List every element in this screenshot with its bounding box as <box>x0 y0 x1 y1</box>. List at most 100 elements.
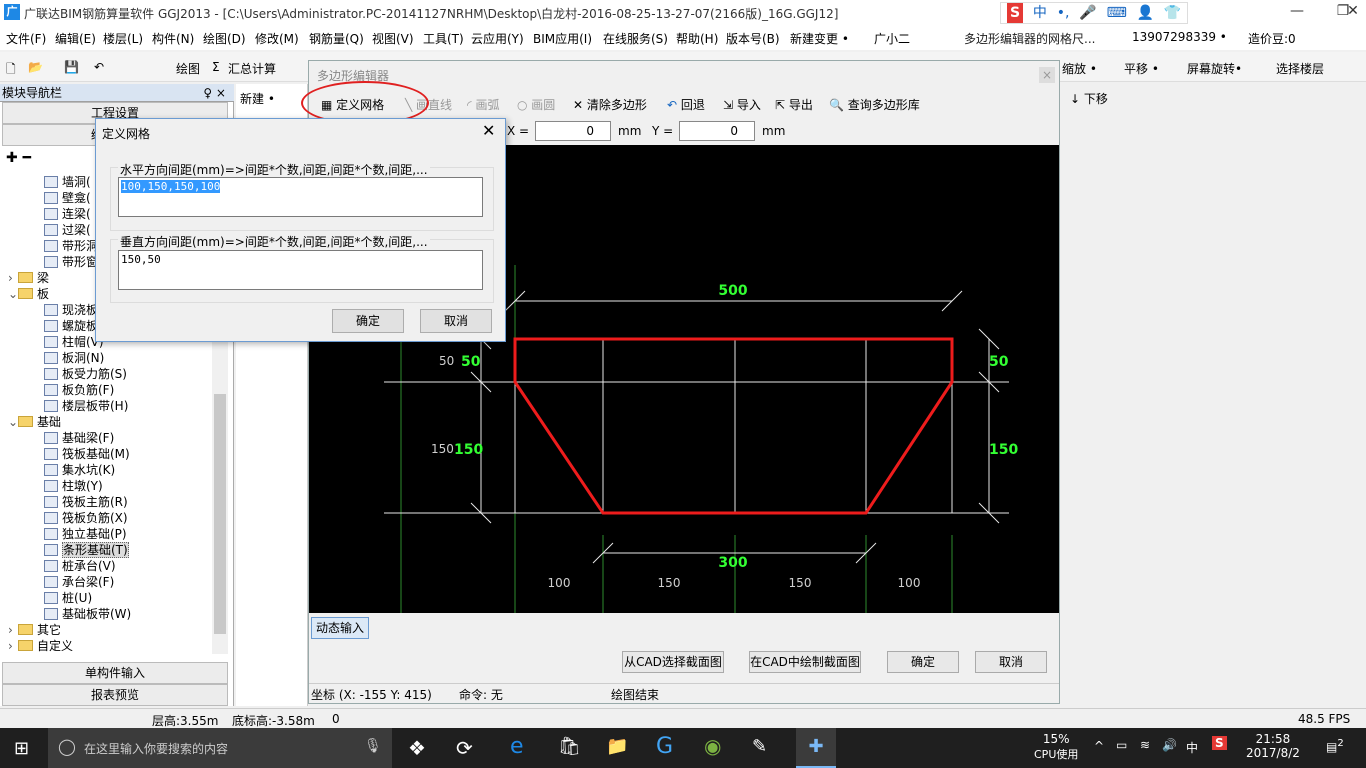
tree-item[interactable]: 集水坑(K) <box>44 462 115 478</box>
open-folder-icon[interactable]: 📂 <box>28 60 43 74</box>
guanglianda-icon[interactable]: G <box>656 734 673 759</box>
pin-close-icon[interactable]: ♀ × <box>203 84 226 102</box>
select-from-cad-button[interactable]: 从CAD选择截面图 <box>622 651 724 673</box>
tree-item[interactable]: 墙洞( <box>44 174 91 190</box>
tree-item[interactable]: 板负筋(F) <box>44 382 114 398</box>
expand-all-icon[interactable]: ✚ ━ <box>6 150 31 166</box>
tree-item[interactable]: 螺旋板 <box>44 318 98 334</box>
keyboard-icon[interactable]: ⌨ <box>1107 3 1127 23</box>
tree-item[interactable]: 楼层板带(H) <box>44 398 128 414</box>
tray-up-icon[interactable]: ^ <box>1094 739 1104 753</box>
y-input[interactable]: 0 <box>679 121 755 141</box>
tree-item[interactable]: 板受力筋(S) <box>44 366 127 382</box>
tree-item[interactable]: 柱墩(Y) <box>44 478 103 494</box>
close-button[interactable]: ✕ <box>1340 0 1366 24</box>
tree-item[interactable]: 过梁( <box>44 222 91 238</box>
taskbar-search[interactable]: ◯ 在这里输入你要搜索的内容 🎙 <box>48 728 392 768</box>
menu-tools[interactable]: 工具(T) <box>423 30 464 47</box>
minimize-button[interactable]: — <box>1274 0 1320 24</box>
dialog-cancel-button[interactable]: 取消 <box>420 309 492 333</box>
menu-rebar[interactable]: 钢筋量(Q) <box>309 30 364 47</box>
chevron-down-icon[interactable]: ⌄ <box>8 286 18 302</box>
menu-cloud[interactable]: 云应用(Y) <box>471 30 524 47</box>
tray-lang[interactable]: 中 <box>1186 739 1198 756</box>
toolbar-draw[interactable]: 绘图 <box>176 60 200 77</box>
ime-punct[interactable]: •, <box>1057 3 1070 23</box>
close-icon[interactable]: ✕ <box>482 121 495 140</box>
vertical-input[interactable]: 150,50 <box>118 250 483 290</box>
browser-icon[interactable]: ◉ <box>704 734 721 758</box>
tree-item[interactable]: 带形洞 <box>44 238 98 254</box>
query-library-button[interactable]: 🔍 查询多边形库 <box>829 96 920 113</box>
tree-item[interactable]: 现浇板 <box>44 302 98 318</box>
menu-edit[interactable]: 编辑(E) <box>55 30 96 47</box>
tree-item[interactable]: 连梁( <box>44 206 91 222</box>
export-button[interactable]: ⇱ 导出 <box>775 96 813 113</box>
tree-item[interactable]: › 其它 <box>8 622 61 638</box>
menu-account[interactable]: 13907298339 • <box>1132 30 1227 44</box>
menu-draw[interactable]: 绘图(D) <box>203 30 246 47</box>
close-icon[interactable]: × <box>1039 67 1055 83</box>
tree-item[interactable]: 桩(U) <box>44 590 92 606</box>
chevron-right-icon[interactable]: › <box>8 270 18 286</box>
tree-item[interactable]: › 自定义 <box>8 638 73 654</box>
chevron-right-icon[interactable]: › <box>8 622 18 638</box>
move-down-button[interactable]: ↓ 下移 <box>1070 90 1108 107</box>
x-input[interactable]: 0 <box>535 121 611 141</box>
shirt-icon[interactable]: 👕 <box>1164 3 1181 23</box>
menu-file[interactable]: 文件(F) <box>6 30 46 47</box>
toolbar-zoom[interactable]: 缩放 • <box>1062 60 1097 77</box>
nav-report-preview[interactable]: 报表预览 <box>2 684 228 706</box>
draw-arc-button[interactable]: ◜ 画弧 <box>467 96 499 113</box>
tree-item[interactable]: 承台梁(F) <box>44 574 114 590</box>
menu-modify[interactable]: 修改(M) <box>255 30 299 47</box>
sogou-tray-icon[interactable]: S <box>1212 736 1227 750</box>
toolbar-rotate[interactable]: 屏幕旋转• <box>1187 60 1242 77</box>
tree-item[interactable]: 板洞(N) <box>44 350 104 366</box>
undo-button[interactable]: ↶ 回退 <box>667 96 705 113</box>
menu-hint[interactable]: 多边形编辑器的网格尺... <box>964 30 1095 47</box>
tree-item[interactable]: 壁龛( <box>44 190 91 206</box>
menu-bim[interactable]: BIM应用(I) <box>533 30 592 47</box>
menu-bean[interactable]: 造价豆:0 <box>1248 30 1296 47</box>
tree-item[interactable]: ⌄ 板 <box>8 286 49 302</box>
file-explorer-icon[interactable]: 📁 <box>606 736 628 757</box>
ime-toolbar[interactable]: S 中 •, 🎤 ⌨ 👤 👕 🔧 <box>1000 2 1188 41</box>
menu-component[interactable]: 构件(N) <box>152 30 194 47</box>
menu-help[interactable]: 帮助(H) <box>676 30 718 47</box>
tree-item[interactable]: 基础板带(W) <box>44 606 131 622</box>
edge-icon[interactable]: e <box>510 734 524 759</box>
tree-item[interactable]: 基础梁(F) <box>44 430 114 446</box>
new-component-button[interactable]: 新建 • <box>240 90 275 107</box>
mic-icon[interactable]: 🎤 <box>1079 3 1096 23</box>
windows-start-icon[interactable]: ⊞ <box>14 738 29 759</box>
horizontal-input[interactable]: 100,150,150,100 <box>118 177 483 217</box>
tray-icon[interactable]: ▭ <box>1116 738 1127 752</box>
new-file-icon[interactable]: 🗋 <box>6 60 16 81</box>
tree-item[interactable]: 桩承台(V) <box>44 558 116 574</box>
nav-single-input[interactable]: 单构件输入 <box>2 662 228 684</box>
save-icon[interactable]: 💾 <box>64 60 79 74</box>
cancel-button[interactable]: 取消 <box>975 651 1047 673</box>
clear-polygon-button[interactable]: ✕ 清除多边形 <box>573 96 647 113</box>
tree-item[interactable]: ⌄ 基础 <box>8 414 61 430</box>
ok-button[interactable]: 确定 <box>887 651 959 673</box>
draw-in-cad-button[interactable]: 在CAD中绘制截面图 <box>749 651 861 673</box>
undo-icon[interactable]: ↶ <box>94 60 104 74</box>
ggj-app-icon[interactable]: ⟳ <box>456 736 473 760</box>
tree-item[interactable]: 带形窗 <box>44 254 98 270</box>
import-button[interactable]: ⇲ 导入 <box>723 96 761 113</box>
menu-view[interactable]: 视图(V) <box>372 30 414 47</box>
menu-new-change[interactable]: 新建变更 • <box>790 30 849 47</box>
tree-item[interactable]: 条形基础(T) <box>44 542 129 558</box>
menu-floor[interactable]: 楼层(L) <box>103 30 143 47</box>
tree-item[interactable]: 筏板主筋(R) <box>44 494 128 510</box>
dialog-ok-button[interactable]: 确定 <box>332 309 404 333</box>
tree-item[interactable]: 筏板负筋(X) <box>44 510 128 526</box>
draw-circle-button[interactable]: ○ 画圆 <box>517 96 555 113</box>
store-icon[interactable]: 🛍 <box>558 736 581 757</box>
menu-xiaoer[interactable]: 广小二 <box>874 30 910 47</box>
toolbar-select-floor[interactable]: 选择楼层 <box>1276 60 1324 77</box>
clock[interactable]: 21:58 2017/8/2 <box>1246 732 1300 760</box>
ime-lang[interactable]: 中 <box>1033 3 1047 23</box>
